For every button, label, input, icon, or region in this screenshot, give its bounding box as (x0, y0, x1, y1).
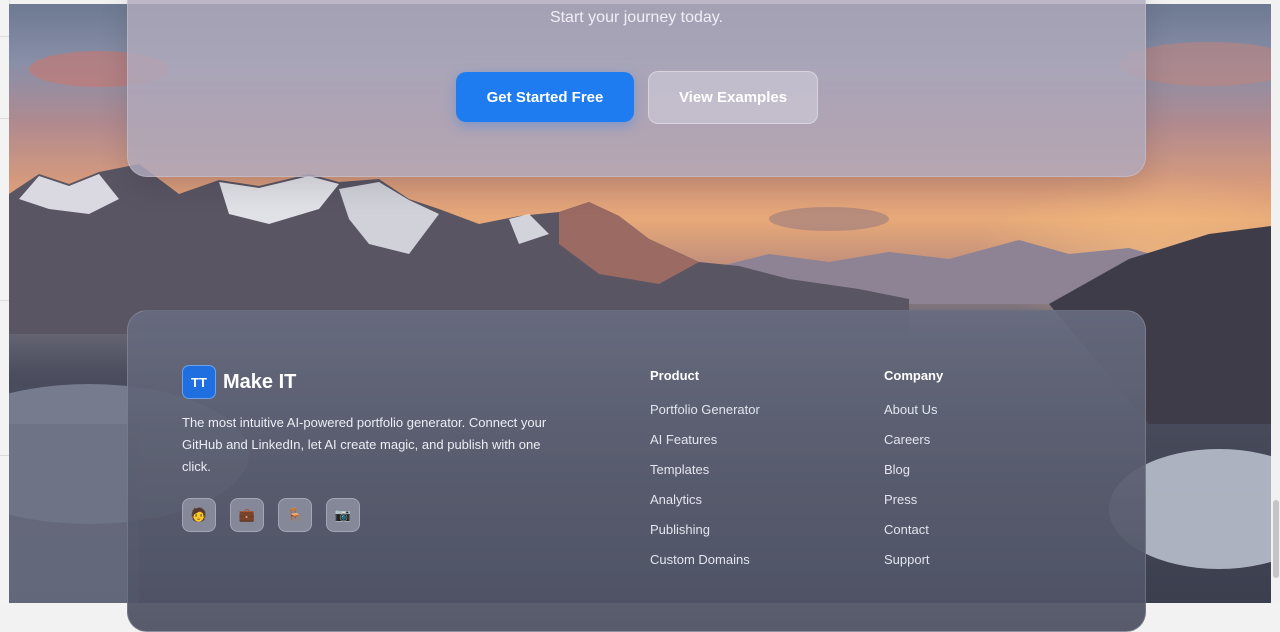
cta-card: Start your journey today. Get Started Fr… (127, 0, 1146, 177)
chair-icon[interactable]: 🪑 (278, 498, 312, 532)
product-links: Product Portfolio Generator AI Features … (650, 368, 760, 582)
get-started-button[interactable]: Get Started Free (456, 72, 634, 122)
brand-description: The most intuitive AI-powered portfolio … (182, 415, 547, 474)
scrollbar-thumb[interactable] (1273, 500, 1279, 578)
person-icon[interactable]: 🧑 (182, 498, 216, 532)
company-link[interactable]: Press (884, 492, 943, 522)
product-link[interactable]: AI Features (650, 432, 760, 462)
company-links: Company About Us Careers Blog Press Cont… (884, 368, 943, 582)
product-link[interactable]: Portfolio Generator (650, 402, 760, 432)
company-link[interactable]: Blog (884, 462, 943, 492)
view-examples-button[interactable]: View Examples (648, 71, 818, 124)
company-link[interactable]: Careers (884, 432, 943, 462)
product-link[interactable]: Templates (650, 462, 760, 492)
company-link[interactable]: Support (884, 552, 943, 582)
product-link[interactable]: Publishing (650, 522, 760, 552)
brand[interactable]: TT Make IT (182, 365, 296, 399)
company-link[interactable]: Contact (884, 522, 943, 552)
company-link[interactable]: About Us (884, 402, 943, 432)
camera-icon[interactable]: 📷 (326, 498, 360, 532)
product-link[interactable]: Custom Domains (650, 552, 760, 582)
cta-subtitle: Start your journey today. (549, 9, 724, 26)
company-heading: Company (884, 368, 944, 383)
product-heading: Product (650, 368, 700, 383)
product-link[interactable]: Analytics (650, 492, 760, 522)
brand-name: Make IT (223, 370, 297, 393)
briefcase-icon[interactable]: 💼 (230, 498, 264, 532)
page-scrollbar[interactable] (1271, 0, 1280, 603)
brand-logo: TT (182, 365, 216, 399)
footer: TT Make IT The most intuitive AI-powered… (127, 310, 1146, 632)
social-links: 🧑 💼 🪑 📷 (182, 498, 360, 532)
